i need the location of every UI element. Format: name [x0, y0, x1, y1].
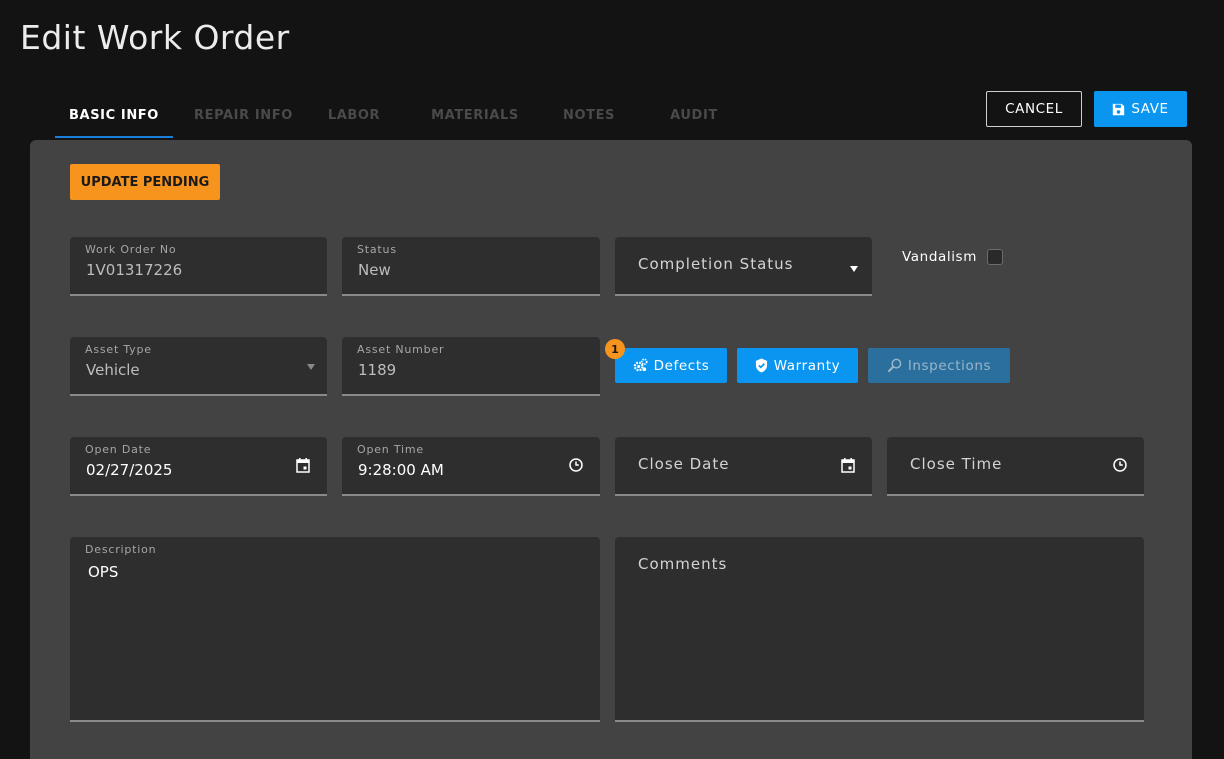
open-time-field[interactable]: Open Time 9:28:00 AM [342, 437, 600, 496]
gears-icon [633, 358, 648, 373]
asset-number-label: Asset Number [357, 343, 445, 356]
magnifier-icon [887, 358, 902, 373]
cancel-button-label: CANCEL [1005, 101, 1063, 117]
tab-notes[interactable]: NOTES [552, 92, 626, 138]
work-order-no-label: Work Order No [85, 243, 177, 256]
shield-check-icon [755, 358, 768, 373]
tab-labor[interactable]: LABOR [310, 92, 398, 138]
defects-button[interactable]: Defects [615, 348, 727, 383]
vandalism-label: Vandalism [902, 249, 977, 265]
defects-label: Defects [653, 357, 710, 374]
tab-repair-info[interactable]: REPAIR INFO [173, 92, 310, 138]
warranty-button[interactable]: Warranty [737, 348, 858, 383]
asset-type-label: Asset Type [85, 343, 152, 356]
floppy-disk-icon [1112, 103, 1125, 116]
clock-icon[interactable] [1112, 457, 1128, 473]
description-value: OPS [88, 563, 119, 581]
close-date-field[interactable]: Close Date [615, 437, 872, 496]
status-value: New [358, 261, 391, 279]
asset-type-select[interactable]: Asset Type Vehicle [70, 337, 327, 396]
chevron-down-icon [303, 359, 319, 375]
calendar-icon[interactable] [840, 457, 856, 473]
open-date-field[interactable]: Open Date 02/27/2025 [70, 437, 327, 496]
tab-materials[interactable]: MATERIALS [398, 92, 552, 138]
tab-audit[interactable]: AUDIT [626, 92, 762, 138]
clock-icon[interactable] [568, 457, 584, 473]
open-date-label: Open Date [85, 443, 152, 456]
save-button-label: SAVE [1131, 101, 1169, 117]
close-time-field[interactable]: Close Time [887, 437, 1144, 496]
open-time-label: Open Time [357, 443, 424, 456]
comments-textarea[interactable]: Comments [615, 537, 1144, 722]
inspections-button[interactable]: Inspections [868, 348, 1010, 383]
comments-placeholder: Comments [638, 555, 728, 573]
vandalism-checkbox-group: Vandalism [902, 249, 1003, 265]
warranty-label: Warranty [773, 357, 841, 374]
cancel-button[interactable]: CANCEL [986, 91, 1082, 127]
vandalism-checkbox[interactable] [986, 249, 1003, 265]
defects-count-badge: 1 [605, 339, 625, 359]
close-date-placeholder: Close Date [638, 455, 730, 473]
description-textarea[interactable]: Description OPS [70, 537, 600, 722]
open-time-value: 9:28:00 AM [358, 461, 444, 479]
inspections-label: Inspections [907, 357, 992, 374]
tab-basic-info[interactable]: BASIC INFO [55, 92, 173, 138]
description-label: Description [85, 543, 157, 556]
status-label: Status [357, 243, 397, 256]
calendar-icon[interactable] [295, 457, 311, 473]
status-field[interactable]: Status New [342, 237, 600, 296]
work-order-no-field[interactable]: Work Order No 1V01317226 [70, 237, 327, 296]
close-time-placeholder: Close Time [910, 455, 1003, 473]
tab-bar: BASIC INFO REPAIR INFO LABOR MATERIALS N… [55, 92, 762, 138]
save-button[interactable]: SAVE [1094, 91, 1187, 127]
asset-type-value: Vehicle [86, 361, 140, 379]
open-date-value: 02/27/2025 [86, 461, 173, 479]
work-order-no-value: 1V01317226 [86, 261, 183, 279]
update-pending-label: UPDATE PENDING [80, 174, 210, 190]
completion-status-placeholder: Completion Status [638, 255, 794, 273]
chevron-down-icon [846, 261, 862, 277]
asset-number-field[interactable]: Asset Number 1189 [342, 337, 600, 396]
update-pending-button[interactable]: UPDATE PENDING [70, 164, 220, 200]
asset-number-value: 1189 [358, 361, 397, 379]
page-title: Edit Work Order [20, 18, 290, 57]
completion-status-select[interactable]: Completion Status [615, 237, 872, 296]
